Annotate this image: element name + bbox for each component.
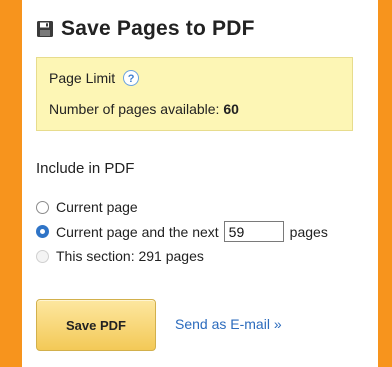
- next-pages-input[interactable]: [223, 221, 284, 242]
- option-current-page-label: Current page: [56, 199, 138, 215]
- help-icon[interactable]: ?: [123, 70, 140, 86]
- radio-current-and-next[interactable]: [36, 225, 49, 238]
- pages-available-label: Number of pages available:: [49, 101, 220, 117]
- radio-current-page[interactable]: [36, 200, 49, 214]
- option-this-section[interactable]: This section: 291 pages: [36, 248, 204, 264]
- save-pdf-button[interactable]: Save PDF: [36, 299, 156, 351]
- include-in-pdf-label: Include in PDF: [36, 160, 135, 177]
- option-pages-suffix: pages: [289, 223, 328, 240]
- pages-available-count: 60: [223, 101, 239, 117]
- page-limit-box: Page Limit ? Number of pages available: …: [36, 57, 353, 131]
- page-limit-title-row: Page Limit ?: [49, 70, 140, 86]
- option-this-section-label: This section: 291 pages: [56, 248, 204, 264]
- save-pdf-panel: Save Pages to PDF Page Limit ? Number of…: [22, 0, 378, 367]
- option-current-page[interactable]: Current page: [36, 199, 138, 215]
- floppy-disk-icon: [37, 21, 53, 37]
- panel-header: Save Pages to PDF: [36, 14, 255, 44]
- option-current-and-next[interactable]: Current page and the next pages: [36, 221, 328, 242]
- pages-available-text: Number of pages available: 60: [49, 101, 239, 117]
- radio-this-section[interactable]: [36, 249, 49, 263]
- option-current-and-next-label: Current page and the next: [56, 223, 219, 240]
- send-email-link[interactable]: Send as E-mail »: [175, 316, 282, 332]
- page-limit-title: Page Limit: [49, 70, 116, 86]
- panel-title: Save Pages to PDF: [61, 17, 255, 40]
